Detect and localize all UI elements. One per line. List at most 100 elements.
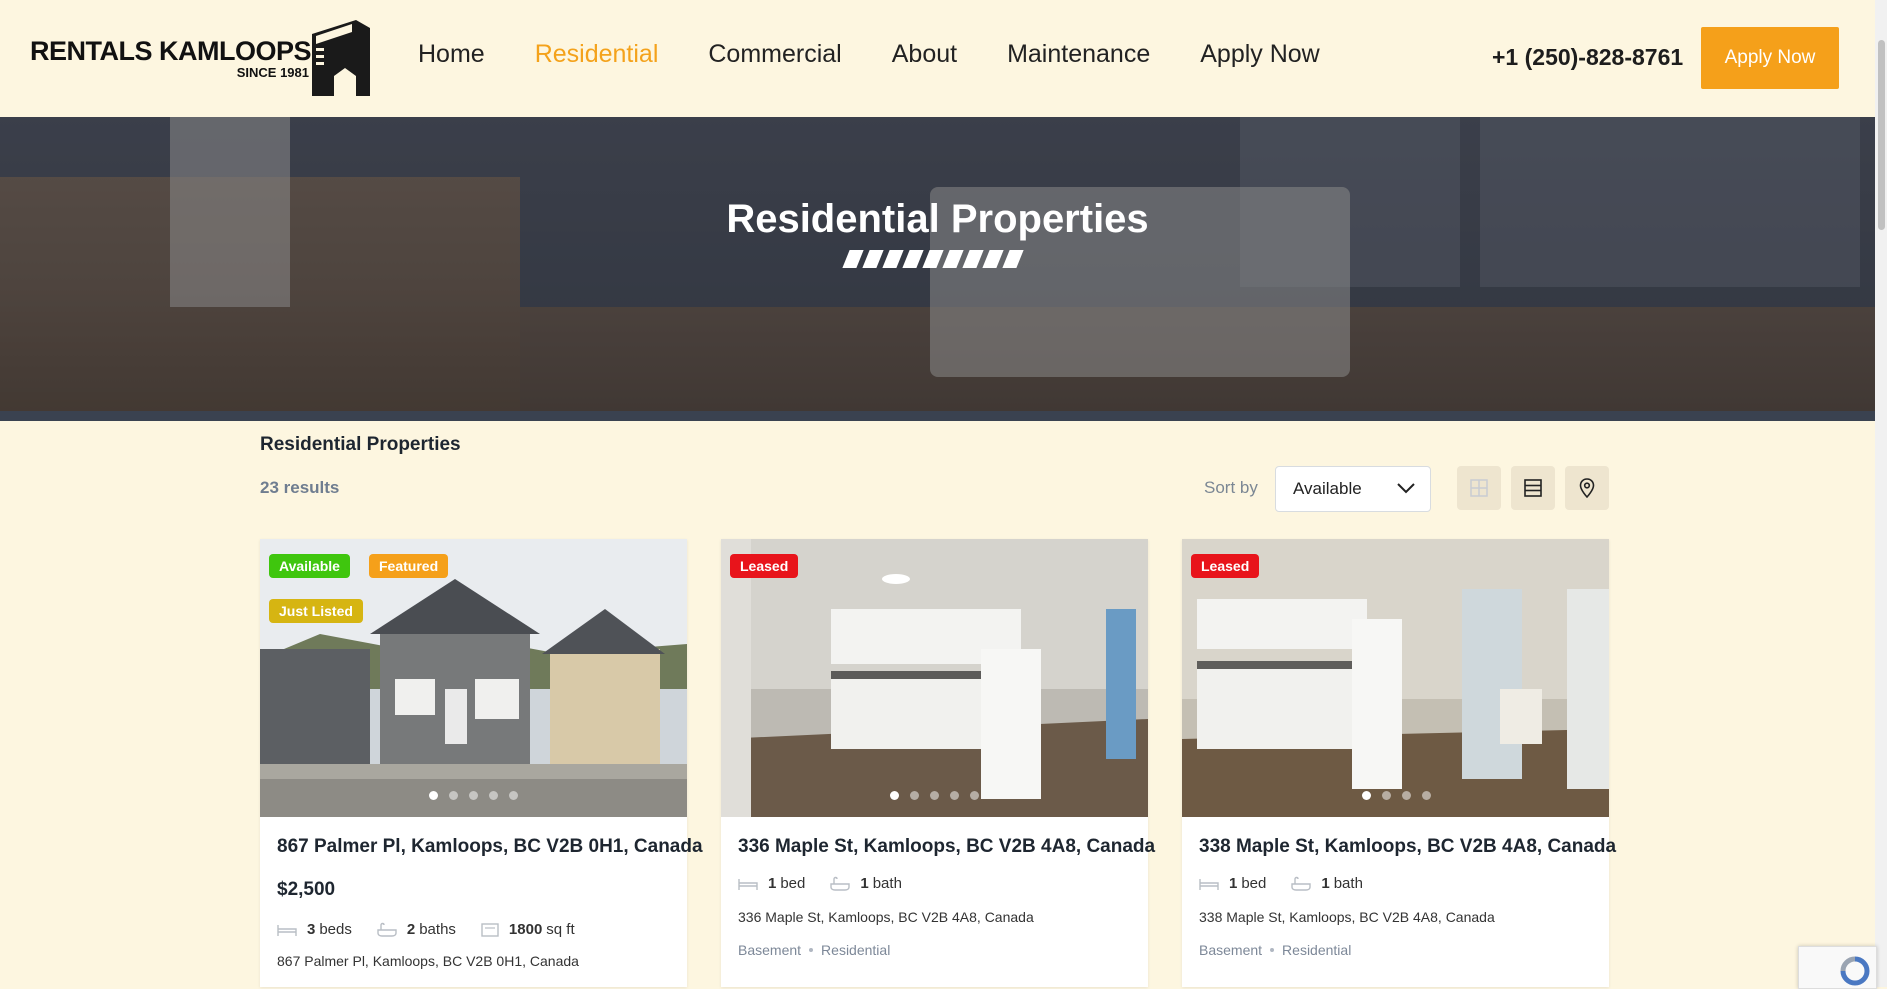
main-nav: Home Residential Commercial About Mainte… bbox=[418, 40, 1320, 69]
site-header: RENTALS KAMLOOPS SINCE 1981 Home Residen… bbox=[0, 0, 1875, 117]
list-view-button[interactable] bbox=[1511, 466, 1555, 510]
status-badge-featured: Featured bbox=[369, 554, 449, 578]
tag-basement[interactable]: Basement bbox=[738, 942, 801, 958]
sort-select[interactable]: Available bbox=[1275, 466, 1431, 512]
baths-label: bath bbox=[872, 875, 902, 892]
chevron-down-icon bbox=[1397, 483, 1415, 494]
sort-label: Sort by bbox=[1204, 478, 1258, 497]
carousel-dot[interactable] bbox=[1382, 791, 1391, 800]
beds-count: 1 bbox=[1229, 875, 1238, 892]
baths-count: 1 bbox=[1321, 875, 1330, 892]
carousel-dot[interactable] bbox=[509, 791, 518, 800]
page-scrollbar[interactable] bbox=[1875, 0, 1887, 987]
listing-title: Residential Properties bbox=[260, 434, 461, 455]
baths-label: bath bbox=[1333, 875, 1363, 892]
bath-icon bbox=[830, 876, 851, 891]
beds-label: beds bbox=[319, 921, 352, 938]
carousel-dot[interactable] bbox=[910, 791, 919, 800]
nav-commercial[interactable]: Commercial bbox=[708, 40, 841, 69]
property-card[interactable]: Available Featured Just Listed 867 Palme… bbox=[260, 539, 703, 987]
property-title[interactable]: 336 Maple St, Kamloops, BC V2B 4A8, Cana… bbox=[738, 836, 1155, 858]
property-tags: Basement Residential bbox=[1199, 942, 1351, 958]
property-card[interactable]: Leased 338 Maple St, Kamloops, BC V2B 4A… bbox=[1182, 539, 1616, 987]
bed-icon bbox=[738, 878, 758, 890]
results-count: 23 results bbox=[260, 478, 340, 497]
carousel-dots[interactable] bbox=[890, 791, 979, 800]
beds-label: bed bbox=[780, 875, 806, 892]
kitchen-photo bbox=[721, 539, 1148, 817]
carousel-dot[interactable] bbox=[890, 791, 899, 800]
hero-banner: Residential Properties bbox=[0, 117, 1875, 411]
carousel-dot[interactable] bbox=[1422, 791, 1431, 800]
property-address: 867 Palmer Pl, Kamloops, BC V2B 0H1, Can… bbox=[277, 953, 579, 969]
property-address: 338 Maple St, Kamloops, BC V2B 4A8, Cana… bbox=[1199, 909, 1495, 925]
status-badge-leased: Leased bbox=[730, 554, 799, 578]
status-badge-leased: Leased bbox=[1191, 554, 1260, 578]
list-view-icon bbox=[1524, 479, 1542, 497]
area-icon bbox=[481, 922, 499, 937]
hero-title: Residential Properties bbox=[726, 197, 1149, 241]
property-photo[interactable]: Available Featured Just Listed bbox=[260, 539, 687, 817]
property-address: 336 Maple St, Kamloops, BC V2B 4A8, Cana… bbox=[738, 909, 1034, 925]
carousel-dots[interactable] bbox=[1362, 791, 1431, 800]
carousel-dot[interactable] bbox=[429, 791, 438, 800]
carousel-dot[interactable] bbox=[489, 791, 498, 800]
nav-apply-now[interactable]: Apply Now bbox=[1200, 40, 1320, 69]
grid-view-button[interactable] bbox=[1457, 466, 1501, 510]
carousel-dots[interactable] bbox=[429, 791, 518, 800]
map-view-button[interactable] bbox=[1565, 466, 1609, 510]
phone-link[interactable]: +1 (250)-828-8761 bbox=[1492, 44, 1683, 71]
grid-view-icon bbox=[1470, 479, 1488, 497]
carousel-dot[interactable] bbox=[1402, 791, 1411, 800]
area-label: sq ft bbox=[546, 921, 575, 938]
carousel-dot[interactable] bbox=[449, 791, 458, 800]
property-price: $2,500 bbox=[277, 879, 336, 900]
status-badge-just-listed: Just Listed bbox=[269, 599, 363, 623]
property-card[interactable]: Leased 336 Maple St, Kamloops, BC V2B 4A… bbox=[721, 539, 1155, 987]
bath-icon bbox=[1291, 876, 1312, 891]
property-meta: 1 bed 1 bath bbox=[738, 875, 927, 892]
bath-icon bbox=[377, 922, 397, 937]
beds-count: 3 bbox=[307, 921, 316, 938]
property-title[interactable]: 338 Maple St, Kamloops, BC V2B 4A8, Cana… bbox=[1199, 836, 1616, 858]
logo-subtitle: SINCE 1981 bbox=[236, 65, 309, 80]
tag-residential[interactable]: Residential bbox=[821, 942, 890, 958]
beds-count: 1 bbox=[768, 875, 777, 892]
carousel-dot[interactable] bbox=[930, 791, 939, 800]
carousel-dot[interactable] bbox=[970, 791, 979, 800]
property-photo[interactable]: Leased bbox=[721, 539, 1148, 817]
property-title[interactable]: 867 Palmer Pl, Kamloops, BC V2B 0H1, Can… bbox=[277, 836, 703, 858]
status-badge-available: Available bbox=[269, 554, 350, 578]
hero-divider-stripes bbox=[842, 250, 1024, 268]
carousel-dot[interactable] bbox=[469, 791, 478, 800]
baths-count: 2 bbox=[406, 921, 416, 938]
property-meta: 3 beds 2 baths 1800 sq ft bbox=[277, 921, 600, 938]
baths-count: 1 bbox=[860, 875, 869, 892]
property-photo[interactable]: Leased bbox=[1182, 539, 1609, 817]
building-logo-icon bbox=[312, 20, 370, 96]
bed-icon bbox=[277, 924, 297, 936]
apply-now-button[interactable]: Apply Now bbox=[1701, 27, 1839, 89]
logo[interactable]: RENTALS KAMLOOPS SINCE 1981 bbox=[30, 20, 375, 98]
property-meta: 1 bed 1 bath bbox=[1199, 875, 1388, 892]
kitchen-photo bbox=[1182, 539, 1609, 817]
bed-icon bbox=[1199, 878, 1219, 890]
carousel-dot[interactable] bbox=[1362, 791, 1371, 800]
nav-residential[interactable]: Residential bbox=[535, 40, 659, 69]
map-pin-icon bbox=[1579, 478, 1595, 498]
tag-basement[interactable]: Basement bbox=[1199, 942, 1262, 958]
tag-residential[interactable]: Residential bbox=[1282, 942, 1351, 958]
recaptcha-icon bbox=[1840, 956, 1870, 986]
nav-home[interactable]: Home bbox=[418, 40, 485, 69]
sort-value: Available bbox=[1293, 479, 1362, 498]
house-exterior-photo bbox=[260, 539, 687, 817]
nav-about[interactable]: About bbox=[892, 40, 957, 69]
nav-maintenance[interactable]: Maintenance bbox=[1007, 40, 1150, 69]
scrollbar-thumb[interactable] bbox=[1878, 40, 1885, 230]
baths-label: baths bbox=[419, 921, 456, 938]
area-value: 1800 bbox=[508, 921, 543, 938]
carousel-dot[interactable] bbox=[950, 791, 959, 800]
recaptcha-badge[interactable] bbox=[1798, 946, 1877, 989]
property-tags: Basement Residential bbox=[738, 942, 890, 958]
logo-text: RENTALS KAMLOOPS bbox=[30, 36, 312, 66]
